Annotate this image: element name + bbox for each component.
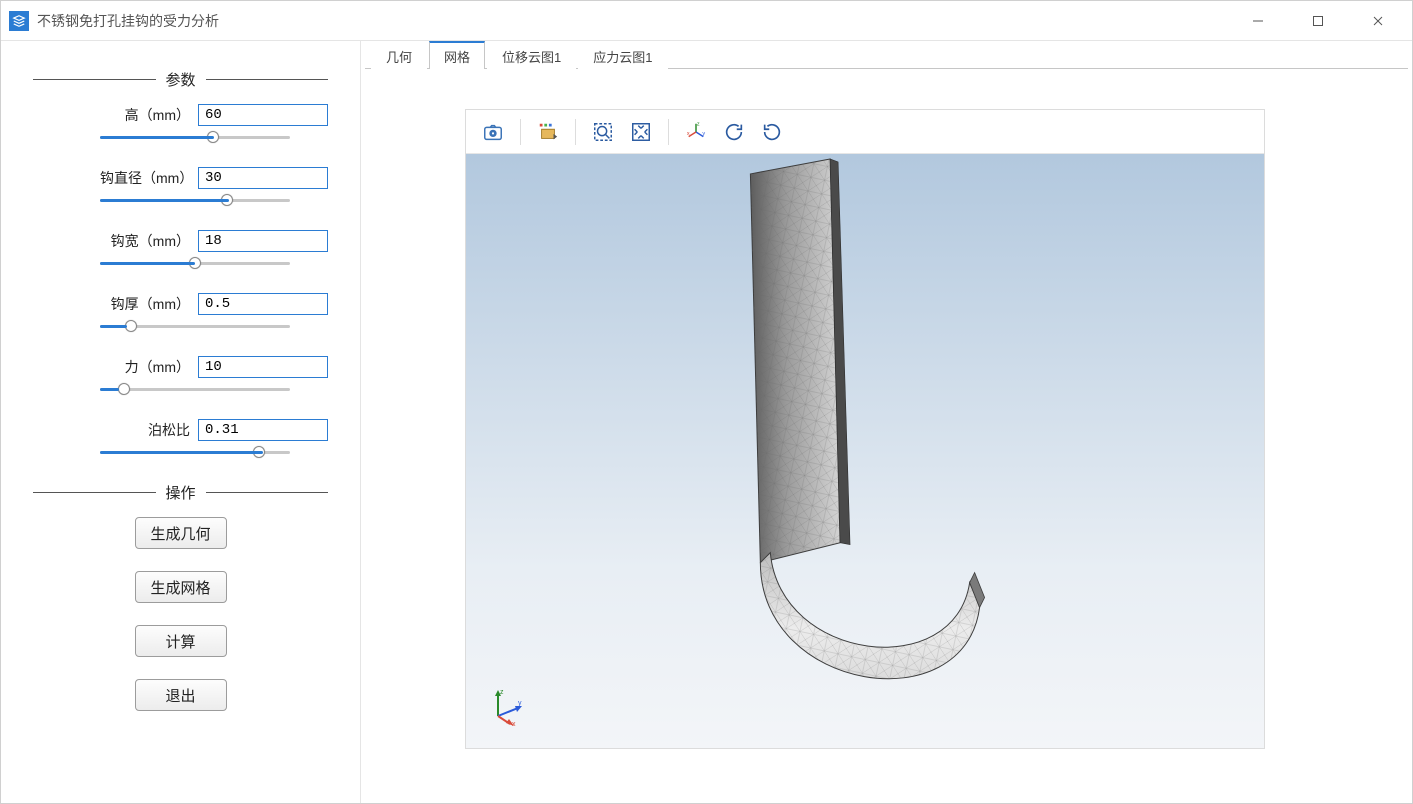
camera-icon[interactable] bbox=[476, 115, 510, 149]
rotate-ccw-icon[interactable] bbox=[755, 115, 789, 149]
viewport-panel: zyx bbox=[465, 109, 1265, 749]
window-title: 不锈钢免打孔挂钩的受力分析 bbox=[37, 11, 1228, 31]
param-slider-wrap bbox=[100, 445, 290, 462]
param-slider[interactable] bbox=[100, 319, 290, 333]
selection-mode-icon[interactable] bbox=[531, 115, 565, 149]
axis-triad: z y x bbox=[488, 686, 528, 726]
param-label: 泊松比 bbox=[100, 420, 190, 440]
generate-mesh-button[interactable]: 生成网格 bbox=[135, 571, 227, 603]
param-slider[interactable] bbox=[100, 130, 290, 144]
tab[interactable]: 位移云图1 bbox=[487, 42, 576, 69]
param-slider[interactable] bbox=[100, 256, 290, 270]
param-row: 钩直径（mm） bbox=[33, 167, 328, 189]
param-slider-wrap bbox=[100, 193, 290, 210]
tab[interactable]: 应力云图1 bbox=[578, 42, 667, 69]
svg-text:z: z bbox=[697, 121, 700, 127]
param-slider-wrap bbox=[100, 130, 290, 147]
param-row: 钩厚（mm） bbox=[33, 293, 328, 315]
svg-text:x: x bbox=[512, 721, 516, 726]
app-icon bbox=[9, 11, 29, 31]
param-row: 高（mm） bbox=[33, 104, 328, 126]
param-input[interactable] bbox=[198, 293, 328, 315]
param-input[interactable] bbox=[198, 167, 328, 189]
svg-text:y: y bbox=[518, 700, 522, 707]
tab[interactable]: 网格 bbox=[429, 41, 485, 69]
param-label: 高（mm） bbox=[100, 105, 190, 125]
param-label: 钩宽（mm） bbox=[100, 231, 190, 251]
param-slider-wrap bbox=[100, 256, 290, 273]
viewport-toolbar: zy x bbox=[466, 110, 1264, 154]
sidebar: 参数 高（mm） 钩直径（mm） 钩宽（mm） 钩厚（mm） 力（mm） 泊松比 操作 生… bbox=[1, 41, 361, 803]
param-label: 力（mm） bbox=[100, 357, 190, 377]
param-label: 钩厚（mm） bbox=[100, 294, 190, 314]
generate-geometry-button[interactable]: 生成几何 bbox=[135, 517, 227, 549]
exit-button[interactable]: 退出 bbox=[135, 679, 227, 711]
minimize-button[interactable] bbox=[1228, 2, 1288, 40]
param-slider-wrap bbox=[100, 319, 290, 336]
axes-icon[interactable]: zy x bbox=[679, 115, 713, 149]
param-slider[interactable] bbox=[100, 382, 290, 396]
param-input[interactable] bbox=[198, 356, 328, 378]
param-slider[interactable] bbox=[100, 445, 290, 459]
content-area: 几何网格位移云图1应力云图1 bbox=[361, 41, 1412, 803]
tab-bar: 几何网格位移云图1应力云图1 bbox=[365, 41, 1408, 69]
titlebar: 不锈钢免打孔挂钩的受力分析 bbox=[1, 1, 1412, 41]
tab[interactable]: 几何 bbox=[371, 42, 427, 69]
compute-button[interactable]: 计算 bbox=[135, 625, 227, 657]
section-header-actions: 操作 bbox=[33, 482, 328, 503]
viewport-outer: zyx bbox=[365, 69, 1408, 799]
3d-viewport[interactable]: z y x bbox=[466, 154, 1264, 748]
section-title: 操作 bbox=[156, 482, 206, 503]
rotate-cw-icon[interactable] bbox=[717, 115, 751, 149]
section-header-params: 参数 bbox=[33, 69, 328, 90]
param-row: 力（mm） bbox=[33, 356, 328, 378]
param-input[interactable] bbox=[198, 104, 328, 126]
param-label: 钩直径（mm） bbox=[100, 168, 190, 188]
close-button[interactable] bbox=[1348, 2, 1408, 40]
svg-text:y: y bbox=[702, 130, 705, 136]
param-row: 泊松比 bbox=[33, 419, 328, 441]
param-slider[interactable] bbox=[100, 193, 290, 207]
window-controls bbox=[1228, 2, 1408, 40]
section-title: 参数 bbox=[156, 69, 206, 90]
param-input[interactable] bbox=[198, 419, 328, 441]
fit-view-icon[interactable] bbox=[624, 115, 658, 149]
zoom-box-icon[interactable] bbox=[586, 115, 620, 149]
param-row: 钩宽（mm） bbox=[33, 230, 328, 252]
svg-text:z: z bbox=[500, 689, 504, 696]
maximize-button[interactable] bbox=[1288, 2, 1348, 40]
svg-text:x: x bbox=[687, 130, 690, 136]
param-slider-wrap bbox=[100, 382, 290, 399]
param-input[interactable] bbox=[198, 230, 328, 252]
